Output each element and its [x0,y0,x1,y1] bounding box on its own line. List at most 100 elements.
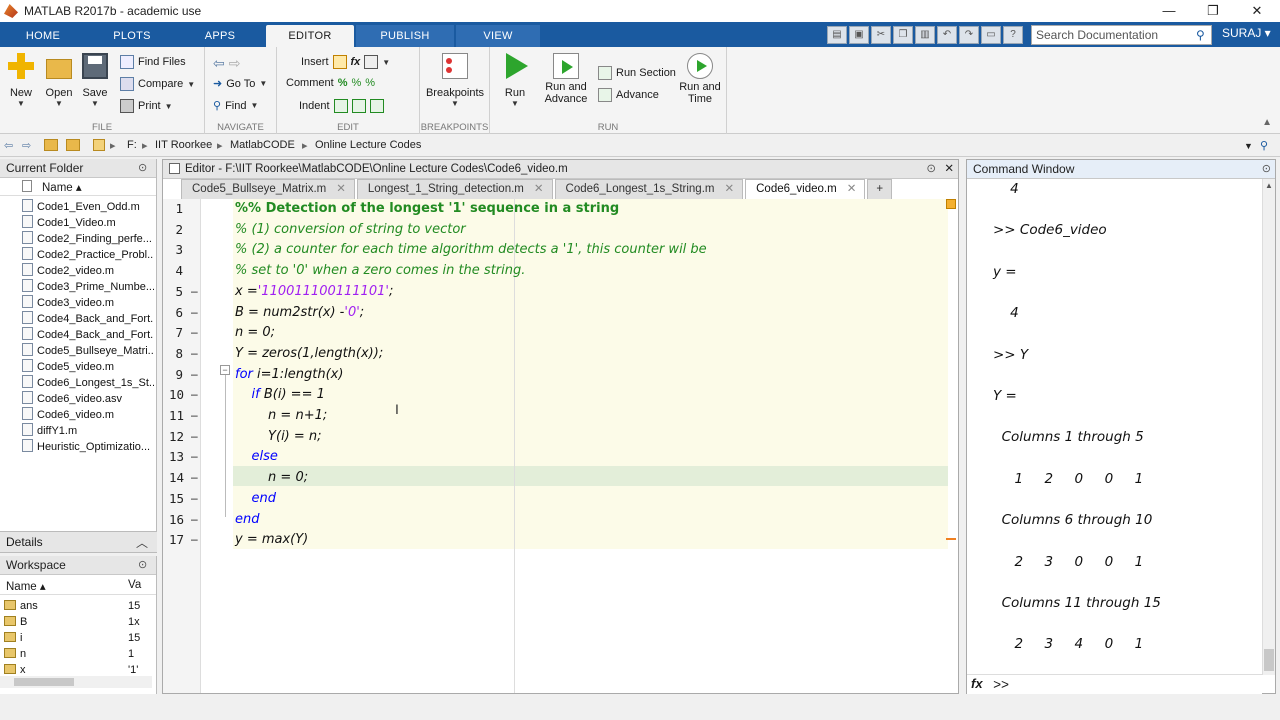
run-section-button[interactable]: Run Section [598,66,676,80]
comment-percent-icon[interactable]: % [338,77,348,89]
command-window[interactable]: Command Window ⊙ 4 >> Code6_video y = 4 >> Y… [966,159,1276,694]
forward-arrow-icon[interactable]: ⇨ [229,55,241,72]
code-line[interactable]: % set to '0' when a zero comes in the st… [235,263,525,278]
comment-button[interactable]: Comment%%% [286,77,375,89]
fold-toggle-icon[interactable]: − [220,365,230,375]
code-line[interactable]: Y(i) = n; [235,429,321,444]
code-line[interactable]: %% Detection of the longest '1' sequence… [235,201,619,216]
file-list-item[interactable]: Code6_video.m [22,407,154,421]
editor-actions-icon[interactable]: ⊙ [926,160,936,178]
insert-cell-icon[interactable] [364,55,379,69]
save-quick-icon[interactable]: ▣ [849,26,869,44]
new-tab-button[interactable]: + [867,179,893,199]
editor-tab[interactable]: Code5_Bullseye_Matrix.m ✕ [181,179,355,199]
code-line[interactable]: x ='110011100111101'; [235,284,393,299]
back-arrow-icon[interactable]: ⇦ [213,55,225,72]
code-analyzer-warning-icon[interactable] [946,199,956,209]
breadcrumb-iit-roorkee[interactable]: IIT Roorkee [155,139,212,151]
file-list-item[interactable]: diffY1.m [22,423,154,437]
fx-icon[interactable]: fx [351,56,361,68]
code-line[interactable]: end [235,491,277,506]
warning-marker[interactable] [946,538,956,540]
compare-button[interactable]: Compare ▼ [120,77,195,91]
line-number[interactable]: 6 [169,305,183,320]
file-list-item[interactable]: Code6_Longest_1s_St... [22,375,154,389]
code-line[interactable]: % (2) a counter for each time algorithm … [235,242,707,257]
line-number[interactable]: 14 [169,470,184,485]
code-line[interactable]: B = num2str(x) -'0'; [235,305,364,320]
line-number[interactable]: 17 [169,532,184,547]
back-forward-buttons[interactable]: ⇦ ⇨ [213,55,240,72]
ws-name-column-header[interactable]: Name ▴ [6,579,46,593]
code-line[interactable]: else [235,449,278,464]
copy-icon[interactable]: ❐ [893,26,913,44]
breakpoints-button[interactable]: Breakpoints ▼ [424,53,486,108]
expand-details-icon[interactable]: ︿ [136,534,148,551]
line-number[interactable]: 1 [169,201,183,216]
switch-windows-icon[interactable]: ▭ [981,26,1001,44]
code-line[interactable]: end [235,512,260,527]
workspace-row[interactable]: n1 [4,648,154,660]
function-browser-icon[interactable]: fx [971,676,983,691]
redo-icon[interactable]: ↷ [959,26,979,44]
smart-indent-icon[interactable] [333,99,348,113]
forward-icon[interactable]: ⇨ [22,139,31,152]
find-files-button[interactable]: Find Files [120,55,186,69]
breakpoint-marker[interactable]: – [191,470,198,484]
line-number[interactable]: 2 [169,222,183,237]
layout-icon[interactable]: ▤ [827,26,847,44]
run-and-time-button[interactable]: Run and Time [676,53,724,105]
line-number[interactable]: 8 [169,346,183,361]
breakpoint-marker[interactable]: – [191,387,198,401]
address-search-icon[interactable]: ⚲ [1260,139,1268,152]
line-number[interactable]: 11 [169,408,184,423]
workspace-row[interactable]: x '1' [4,664,154,676]
search-documentation-input[interactable]: Search Documentation [1031,25,1212,45]
file-list-item[interactable]: Code5_Bullseye_Matri... [22,343,154,357]
advance-button[interactable]: Advance [598,88,659,102]
file-list-item[interactable]: Code3_Prime_Numbe... [22,279,154,293]
tab-view[interactable]: VIEW [456,25,540,47]
panel-actions-icon[interactable]: ⊙ [138,159,147,177]
tab-publish[interactable]: PUBLISH [356,25,454,47]
line-number[interactable]: 15 [169,491,184,506]
breakpoint-marker[interactable]: – [191,325,198,339]
close-tab-icon[interactable]: ✕ [847,183,857,195]
code-line[interactable]: n = 0; [235,325,275,340]
command-window-scrollbar[interactable]: ▲ [1262,179,1275,675]
editor-tab[interactable]: Code6_video.m ✕ [745,179,866,199]
ws-value-column-header[interactable]: Va [128,579,141,591]
editor-tab[interactable]: Code6_Longest_1s_String.m ✕ [554,179,744,199]
code-line[interactable]: n = 0; [235,470,308,485]
file-list-item[interactable]: Code2_Finding_perfe... [22,231,154,245]
close-tab-icon[interactable]: ✕ [724,183,734,195]
line-number[interactable]: 13 [169,449,184,464]
line-number[interactable]: 12 [169,429,184,444]
back-icon[interactable]: ⇦ [4,139,13,152]
editor-tab[interactable]: Longest_1_String_detection.m ✕ [356,179,553,199]
file-list-item[interactable]: Code1_Video.m [22,215,154,229]
minimize-button[interactable]: — [1149,0,1189,22]
breakpoint-marker[interactable]: – [191,532,198,546]
code-area[interactable]: − 1 %% Detection of the longest '1' seque… [163,199,958,693]
file-list-item[interactable]: Code1_Even_Odd.m [22,199,154,213]
breakpoint-marker[interactable]: – [191,491,198,505]
breakpoint-marker[interactable]: – [191,429,198,443]
file-list-item[interactable]: Code6_video.asv [22,391,154,405]
details-panel[interactable]: Details ︿ [0,531,157,553]
breakpoint-marker[interactable]: – [191,305,198,319]
file-list-item[interactable]: Code3_video.m [22,295,154,309]
file-list-item[interactable]: Code4_Back_and_Fort... [22,311,154,325]
tab-apps[interactable]: APPS [192,25,248,47]
cut-icon[interactable]: ✂ [871,26,891,44]
scroll-up-icon[interactable]: ▲ [1265,181,1273,190]
file-list-item[interactable]: Code2_Practice_Probl... [22,247,154,261]
workspace-row[interactable]: i 15 [4,632,154,644]
tab-plots[interactable]: PLOTS [102,25,162,47]
help-icon[interactable]: ? [1003,26,1023,44]
editor-close-icon[interactable]: ✕ [944,160,954,178]
line-number[interactable]: 16 [169,512,184,527]
line-number[interactable]: 7 [169,325,183,340]
wrap-comment-icon[interactable]: % [365,77,375,89]
breadcrumb-matlabcode[interactable]: MatlabCODE [230,139,295,151]
